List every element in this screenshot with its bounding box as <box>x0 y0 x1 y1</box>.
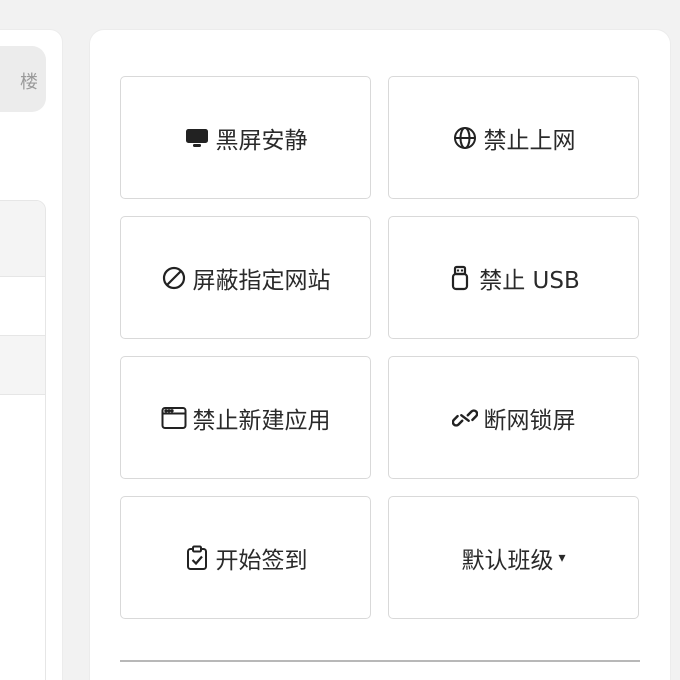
monitor-icon <box>184 125 210 151</box>
table-row[interactable] <box>0 277 45 336</box>
block-websites-label: 屏蔽指定网站 <box>192 267 331 294</box>
class-select-dropdown[interactable]: 默认班级 ▾ <box>388 496 639 619</box>
action-grid: 黑屏安静 禁止上网 屏蔽指定网站 禁止 USB 禁止新建应用 断网锁屏 开始签到… <box>120 76 640 619</box>
class-select-label: 默认班级 <box>461 547 554 574</box>
window-icon <box>161 405 187 431</box>
chevron-down-icon: ▾ <box>558 549 566 566</box>
left-tab-pill[interactable]: 楼 <box>0 46 46 112</box>
ban-icon <box>161 265 187 291</box>
block-internet-button[interactable]: 禁止上网 <box>388 76 639 199</box>
left-table <box>0 200 46 680</box>
app-stage: 楼 黑屏安静 禁止上网 屏蔽指定网站 禁止 USB 禁止新建应用 断网锁屏 开始… <box>0 0 680 680</box>
block-internet-label: 禁止上网 <box>483 127 576 154</box>
block-new-apps-label: 禁止新建应用 <box>192 407 331 434</box>
broken-link-icon <box>451 405 478 431</box>
block-websites-button[interactable]: 屏蔽指定网站 <box>120 216 371 339</box>
block-new-apps-button[interactable]: 禁止新建应用 <box>120 356 371 479</box>
block-usb-button[interactable]: 禁止 USB <box>388 216 639 339</box>
table-row[interactable] <box>0 336 45 395</box>
disconnect-lock-button[interactable]: 断网锁屏 <box>388 356 639 479</box>
clipboard-check-icon <box>184 545 210 571</box>
disconnect-lock-label: 断网锁屏 <box>483 407 576 434</box>
left-table-header <box>0 201 45 277</box>
black-screen-label: 黑屏安静 <box>215 127 308 154</box>
control-panel: 黑屏安静 禁止上网 屏蔽指定网站 禁止 USB 禁止新建应用 断网锁屏 开始签到… <box>90 30 670 680</box>
left-tab-label: 楼 <box>20 72 38 93</box>
start-signin-button[interactable]: 开始签到 <box>120 496 371 619</box>
start-signin-label: 开始签到 <box>215 547 308 574</box>
block-usb-label: 禁止 USB <box>479 267 580 294</box>
divider <box>120 660 640 662</box>
globe-icon <box>452 125 478 151</box>
black-screen-button[interactable]: 黑屏安静 <box>120 76 371 199</box>
usb-icon <box>447 265 473 291</box>
